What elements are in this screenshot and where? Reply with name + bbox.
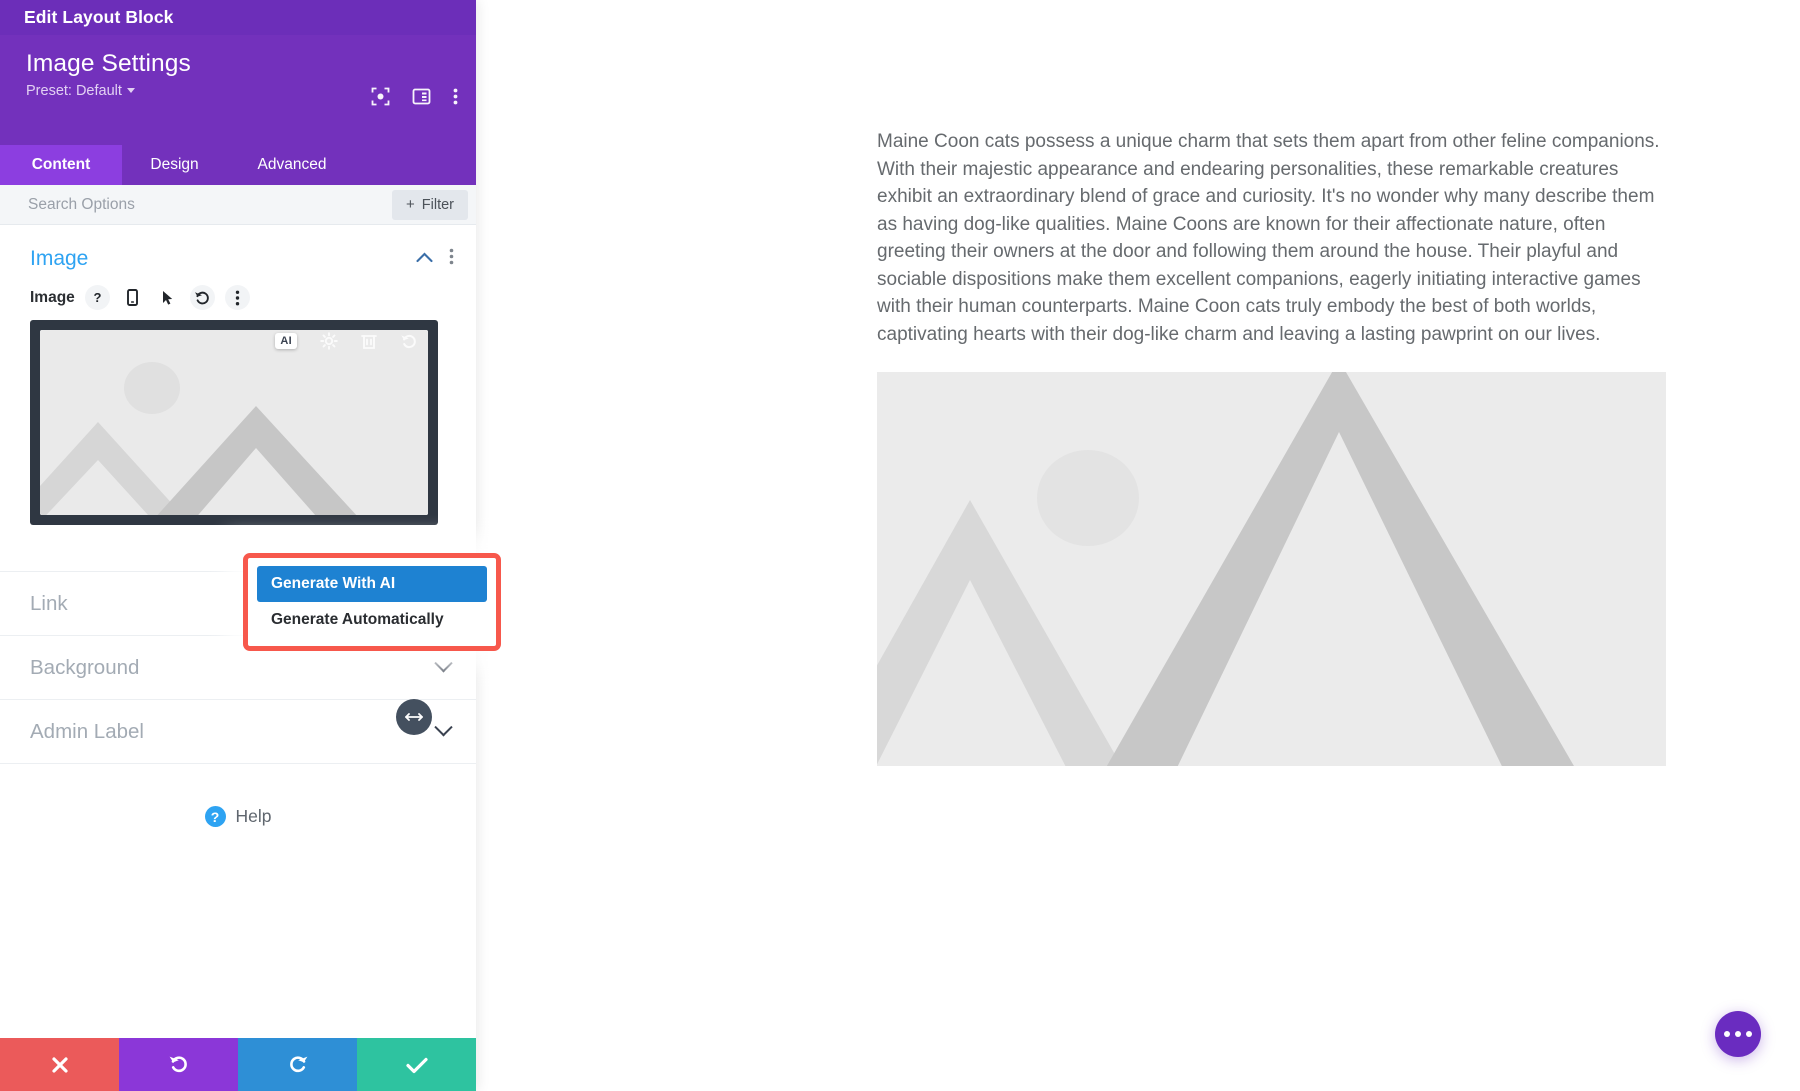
preset-selector[interactable]: Preset: Default [26, 83, 135, 99]
page-settings-fab[interactable] [1715, 1011, 1761, 1057]
tab-content[interactable]: Content [0, 145, 122, 185]
window-titlebar: Edit Layout Block [0, 0, 476, 35]
chevron-up-icon[interactable] [416, 250, 433, 268]
app-root: Edit Layout Block Image Settings Preset:… [0, 0, 1800, 1091]
placeholder-graphic [40, 330, 428, 515]
image-section-title: Image [30, 247, 89, 270]
article-paragraph: Maine Coon cats possess a unique charm t… [877, 131, 1660, 345]
menu-item-generate-with-ai[interactable]: Generate With AI [257, 566, 487, 602]
image-field-label-row: Image ? [0, 285, 476, 320]
reset-icon[interactable] [189, 285, 215, 310]
help-icon: ? [204, 806, 226, 827]
help-label: Help [235, 806, 272, 826]
panel-header-actions [371, 87, 458, 106]
accordion-admin-label-label: Admin Label [30, 719, 144, 743]
ellipsis-dot [1735, 1031, 1741, 1037]
delete-trash-icon[interactable] [361, 332, 377, 350]
settings-tabs: Content Design Advanced [0, 145, 476, 185]
image-settings-panel: Edit Layout Block Image Settings Preset:… [0, 0, 519, 1091]
save-button[interactable] [357, 1038, 476, 1091]
image-section-header[interactable]: Image [0, 225, 476, 285]
panel-resize-handle[interactable] [396, 699, 432, 735]
image-hover-toolbar: AI [275, 332, 418, 350]
svg-text:?: ? [93, 290, 101, 305]
menu-item-generate-automatically[interactable]: Generate Automatically [257, 602, 487, 638]
ellipsis-dot [1724, 1031, 1730, 1037]
window-title: Edit Layout Block [24, 7, 174, 27]
image-placeholder-thumb [40, 330, 428, 515]
preset-label: Preset: Default [26, 83, 122, 99]
section-kebab-icon[interactable] [449, 248, 454, 270]
cancel-button[interactable] [0, 1038, 119, 1091]
panel-footer-actions [0, 1038, 476, 1091]
image-section-tools [416, 248, 454, 270]
close-icon [51, 1056, 68, 1073]
check-icon [405, 1057, 428, 1073]
image-upload-preview[interactable]: AI [30, 320, 438, 525]
help-icon[interactable]: ? [84, 285, 110, 310]
article-text-block[interactable]: Maine Coon cats possess a unique charm t… [877, 128, 1667, 348]
filter-label: Filter [421, 196, 454, 213]
search-input[interactable] [28, 195, 392, 214]
responsive-mobile-icon[interactable] [120, 285, 145, 310]
tab-advanced[interactable]: Advanced [227, 145, 357, 185]
undo-icon [169, 1056, 187, 1073]
chevron-down-icon [126, 88, 135, 93]
more-options-icon[interactable] [453, 87, 458, 106]
undo-reset-icon[interactable] [400, 333, 418, 350]
placeholder-graphic [877, 372, 1666, 766]
panel-body: Image Image ? AI Generate With AI Genera… [0, 225, 519, 827]
settings-gear-icon[interactable] [320, 332, 338, 350]
tab-design[interactable]: Design [122, 145, 227, 185]
focus-icon[interactable] [371, 87, 390, 106]
image-field-label: Image [30, 288, 75, 306]
chevron-down-icon [434, 718, 453, 737]
ai-generate-dropdown: Generate With AI Generate Automatically [225, 535, 519, 669]
search-bar: + Filter [0, 185, 476, 225]
panel-layout-icon[interactable] [412, 87, 431, 106]
ellipsis-dot [1746, 1031, 1752, 1037]
plus-icon: + [406, 196, 415, 213]
dropdown-highlight-box: Generate With AI Generate Automatically [243, 553, 501, 651]
placeholder-image[interactable] [877, 372, 1666, 766]
help-button[interactable]: ? Help [0, 806, 476, 827]
filter-button[interactable]: + Filter [392, 189, 468, 220]
panel-header: Image Settings Preset: Default [0, 35, 476, 145]
redo-button[interactable] [238, 1038, 357, 1091]
page-content-area: Maine Coon cats possess a unique charm t… [476, 0, 1800, 1091]
ai-badge[interactable]: AI [275, 333, 297, 349]
hover-cursor-icon[interactable] [155, 285, 180, 310]
resize-arrows-icon [405, 713, 423, 721]
redo-icon [289, 1056, 307, 1073]
undo-button[interactable] [119, 1038, 238, 1091]
panel-heading: Image Settings [26, 50, 191, 77]
field-options-icon[interactable] [224, 285, 250, 310]
